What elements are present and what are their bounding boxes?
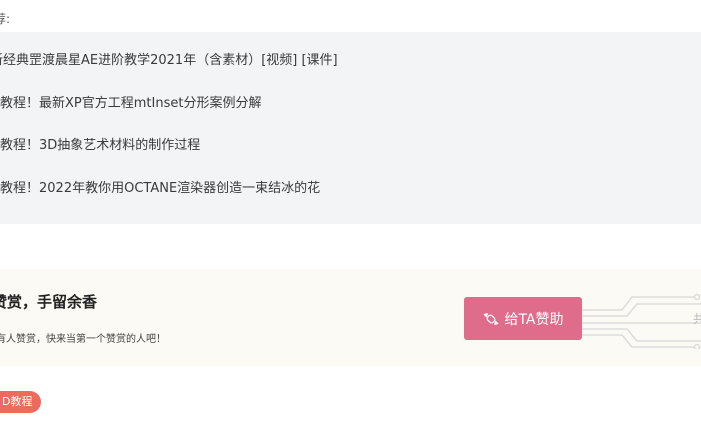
reward-title: 赞赏，手留余香 — [0, 293, 98, 311]
reward-side-text: 共 — [693, 312, 701, 326]
sponsor-button-label: 给TA赞助 — [504, 311, 564, 328]
reward-panel: 赞赏，手留余香 有人赞赏，快来当第一个赞赏的人吧！ 给TA赞助 共 — [0, 269, 701, 366]
circuit-decoration — [582, 293, 701, 349]
page: 荐: 新经典罡渡晨星AE进阶教学2021年（含素材）[视频] [课件] D教程！… — [0, 0, 701, 434]
tag-pill[interactable]: D教程 — [0, 391, 42, 413]
recommend-list: 新经典罡渡晨星AE进阶教学2021年（含素材）[视频] [课件] D教程！最新X… — [0, 32, 701, 224]
candy-icon — [484, 312, 499, 325]
recommend-link[interactable]: 新经典罡渡晨星AE进阶教学2021年（含素材）[视频] [课件] — [0, 49, 338, 68]
sponsor-button[interactable]: 给TA赞助 — [464, 297, 582, 340]
reward-subtitle: 有人赞赏，快来当第一个赞赏的人吧！ — [0, 334, 166, 345]
recommend-link[interactable]: D教程！最新XP官方工程mtInset分形案例分解 — [0, 92, 261, 111]
recommend-heading: 荐: — [0, 12, 11, 26]
recommend-link[interactable]: D教程！2022年教你用OCTANE渲染器创造一束结冰的花 — [0, 177, 320, 196]
recommend-link[interactable]: D教程！3D抽象艺术材料的制作过程 — [0, 134, 200, 153]
